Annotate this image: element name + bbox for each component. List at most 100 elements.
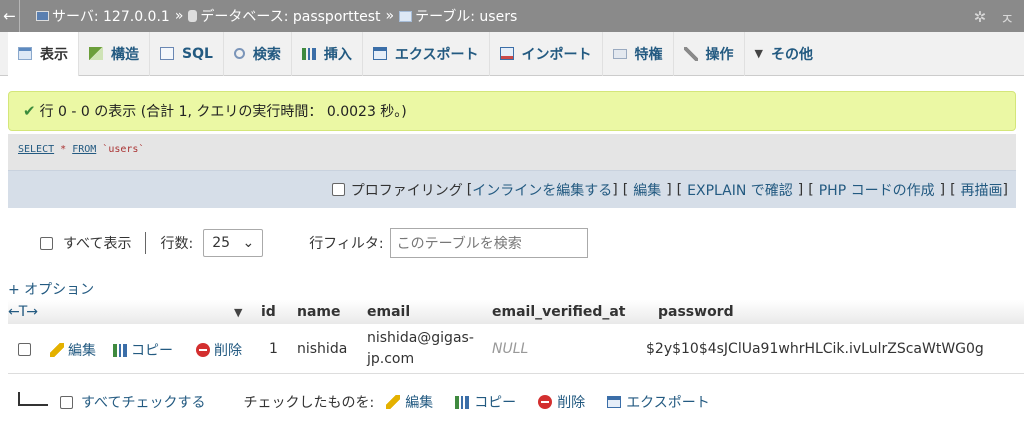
tab-label: 特権 xyxy=(634,46,663,63)
back-arrow-icon[interactable]: ← xyxy=(0,0,20,32)
breadcrumb-database[interactable]: データベース: passporttest xyxy=(200,6,380,26)
tab-privileges[interactable]: 特権 xyxy=(603,31,674,76)
divider xyxy=(145,232,147,254)
row-edit-button[interactable]: 編集 xyxy=(50,340,96,360)
bulk-export-label: エクスポート xyxy=(626,395,710,411)
breadcrumb-separator: » xyxy=(385,8,395,24)
browse-icon xyxy=(18,47,32,60)
breadcrumb: ← サーバ: 127.0.0.1 » データベース: passporttest … xyxy=(0,0,1024,32)
profiling-checkbox[interactable] xyxy=(331,183,345,196)
tab-label: エクスポート xyxy=(394,46,479,63)
tab-label: 操作 xyxy=(705,46,734,63)
options-link[interactable]: + オプション xyxy=(8,279,94,299)
row-copy-button[interactable]: コピー xyxy=(113,340,173,360)
delete-icon xyxy=(538,395,553,409)
edit-query-link[interactable]: 編集 xyxy=(633,180,661,200)
breadcrumb-server-label: サーバ: 127.0.0.1 xyxy=(52,9,170,25)
breadcrumb-database-label: データベース: passporttest xyxy=(200,9,381,25)
export-icon xyxy=(372,47,387,60)
breadcrumb-table[interactable]: テーブル: users xyxy=(415,6,517,26)
collapse-icon[interactable]: ㅈ xyxy=(1000,8,1014,29)
sql-from-keyword[interactable]: FROM xyxy=(72,144,96,155)
tab-insert[interactable]: 挿入 xyxy=(292,31,363,76)
bulk-edit-button[interactable]: 編集 xyxy=(386,392,433,412)
cell-email-line2: jp.com xyxy=(367,351,415,367)
insert-icon xyxy=(301,47,316,60)
row-delete-button[interactable]: 削除 xyxy=(196,340,242,360)
row-delete-label: 削除 xyxy=(214,343,242,359)
bracket: [ xyxy=(950,181,956,198)
search-icon xyxy=(233,48,245,59)
bracket: ] xyxy=(1002,181,1008,198)
tab-label: 検索 xyxy=(252,46,281,63)
filter-input[interactable]: このテーブルを検索 xyxy=(389,228,588,258)
sql-actions: プロファイリング [インラインを編集する] [編集] [EXPLAIN で確認]… xyxy=(8,170,1016,208)
tab-more[interactable]: ▼ その他 xyxy=(745,32,823,76)
breadcrumb-server[interactable]: サーバ: 127.0.0.1 xyxy=(52,6,170,26)
column-header-email-verified-at[interactable]: email_verified_at xyxy=(492,304,626,320)
tab-label: 挿入 xyxy=(323,46,352,63)
tab-export[interactable]: エクスポート xyxy=(363,31,490,76)
copy-icon xyxy=(113,343,127,357)
refresh-link[interactable]: 再描画 xyxy=(961,180,1003,200)
privileges-icon xyxy=(612,48,627,59)
bracket: ] xyxy=(612,181,618,198)
navigation-row: すべて表示 行数: 25 ⌄ 行フィルタ: このテーブルを検索 xyxy=(40,228,588,258)
bulk-copy-button[interactable]: コピー xyxy=(455,392,516,412)
sql-query-box: SELECT * FROM `users` プロファイリング [インラインを編集… xyxy=(8,134,1016,208)
tab-operations[interactable]: 操作 xyxy=(674,31,745,76)
cell-email-verified-at: NULL xyxy=(492,341,529,357)
tab-sql[interactable]: SQL xyxy=(150,31,224,76)
bracket: [ xyxy=(676,181,683,198)
breadcrumb-separator: » xyxy=(174,8,184,24)
delete-icon xyxy=(196,343,210,357)
success-message: ✔ 行 0 - 0 の表示 (合計 1, クエリの実行時間： 0.0023 秒。… xyxy=(8,91,1016,131)
column-header-password[interactable]: password xyxy=(658,304,734,320)
column-header-email[interactable]: email xyxy=(367,304,410,320)
pencil-icon xyxy=(386,395,401,409)
show-all-checkbox[interactable] xyxy=(40,236,53,250)
database-icon xyxy=(188,10,198,22)
check-all-checkbox[interactable] xyxy=(60,395,73,409)
with-selected-label: チェックしたものを: xyxy=(243,395,375,411)
operations-icon xyxy=(683,46,698,61)
pencil-icon xyxy=(50,343,64,357)
column-resize-arrows-icon[interactable]: ←T→ xyxy=(8,304,38,320)
bulk-delete-button[interactable]: 削除 xyxy=(538,392,585,412)
rows-label: 行数: xyxy=(160,236,194,252)
bulk-edit-label: 編集 xyxy=(405,395,434,411)
server-icon xyxy=(36,11,49,21)
cell-id: 1 xyxy=(269,341,278,357)
row-copy-label: コピー xyxy=(131,343,173,359)
gear-icon[interactable]: ✲ xyxy=(974,8,987,29)
more-icon: ▼ xyxy=(754,47,763,60)
copy-icon xyxy=(455,395,470,409)
table-row: 編集 コピー 削除 1 nishida nishida@gigas-jp.com… xyxy=(8,326,1024,374)
tab-search[interactable]: 検索 xyxy=(224,31,292,76)
cell-password: $2y$10$4sJClUa91whrHLCik.ivLulrZScaWtWG0… xyxy=(646,341,984,357)
show-all-label: すべて表示 xyxy=(63,236,132,252)
row-edit-label: 編集 xyxy=(68,343,96,359)
rows-select[interactable]: 25 ⌄ xyxy=(203,229,264,257)
tab-label: 表示 xyxy=(40,46,68,63)
tab-browse[interactable]: 表示 xyxy=(8,31,79,76)
column-header-name[interactable]: name xyxy=(297,304,341,320)
explain-link[interactable]: EXPLAIN で確認 xyxy=(687,180,793,200)
inline-edit-link[interactable]: インラインを編集する xyxy=(472,180,612,200)
check-all-link[interactable]: すべてチェックする xyxy=(81,392,205,412)
sql-icon xyxy=(160,47,174,60)
bulk-export-button[interactable]: エクスポート xyxy=(607,392,710,412)
bracket: [ xyxy=(622,181,629,198)
tab-import[interactable]: インポート xyxy=(490,31,603,76)
sql-select-keyword[interactable]: SELECT xyxy=(18,144,54,155)
row-checkbox[interactable] xyxy=(18,343,31,356)
php-code-link[interactable]: PHP コードの作成 xyxy=(819,180,935,200)
tab-structure[interactable]: 構造 xyxy=(79,31,150,76)
chevron-down-icon: ⌄ xyxy=(242,235,255,251)
rows-select-value: 25 xyxy=(212,235,231,251)
sql-star: * xyxy=(54,144,73,155)
sql-query: SELECT * FROM `users` xyxy=(18,144,144,155)
sql-table-name: `users` xyxy=(96,144,145,155)
column-header-id[interactable]: id xyxy=(261,304,276,320)
sort-dropdown-icon[interactable]: ▼ xyxy=(234,306,242,319)
